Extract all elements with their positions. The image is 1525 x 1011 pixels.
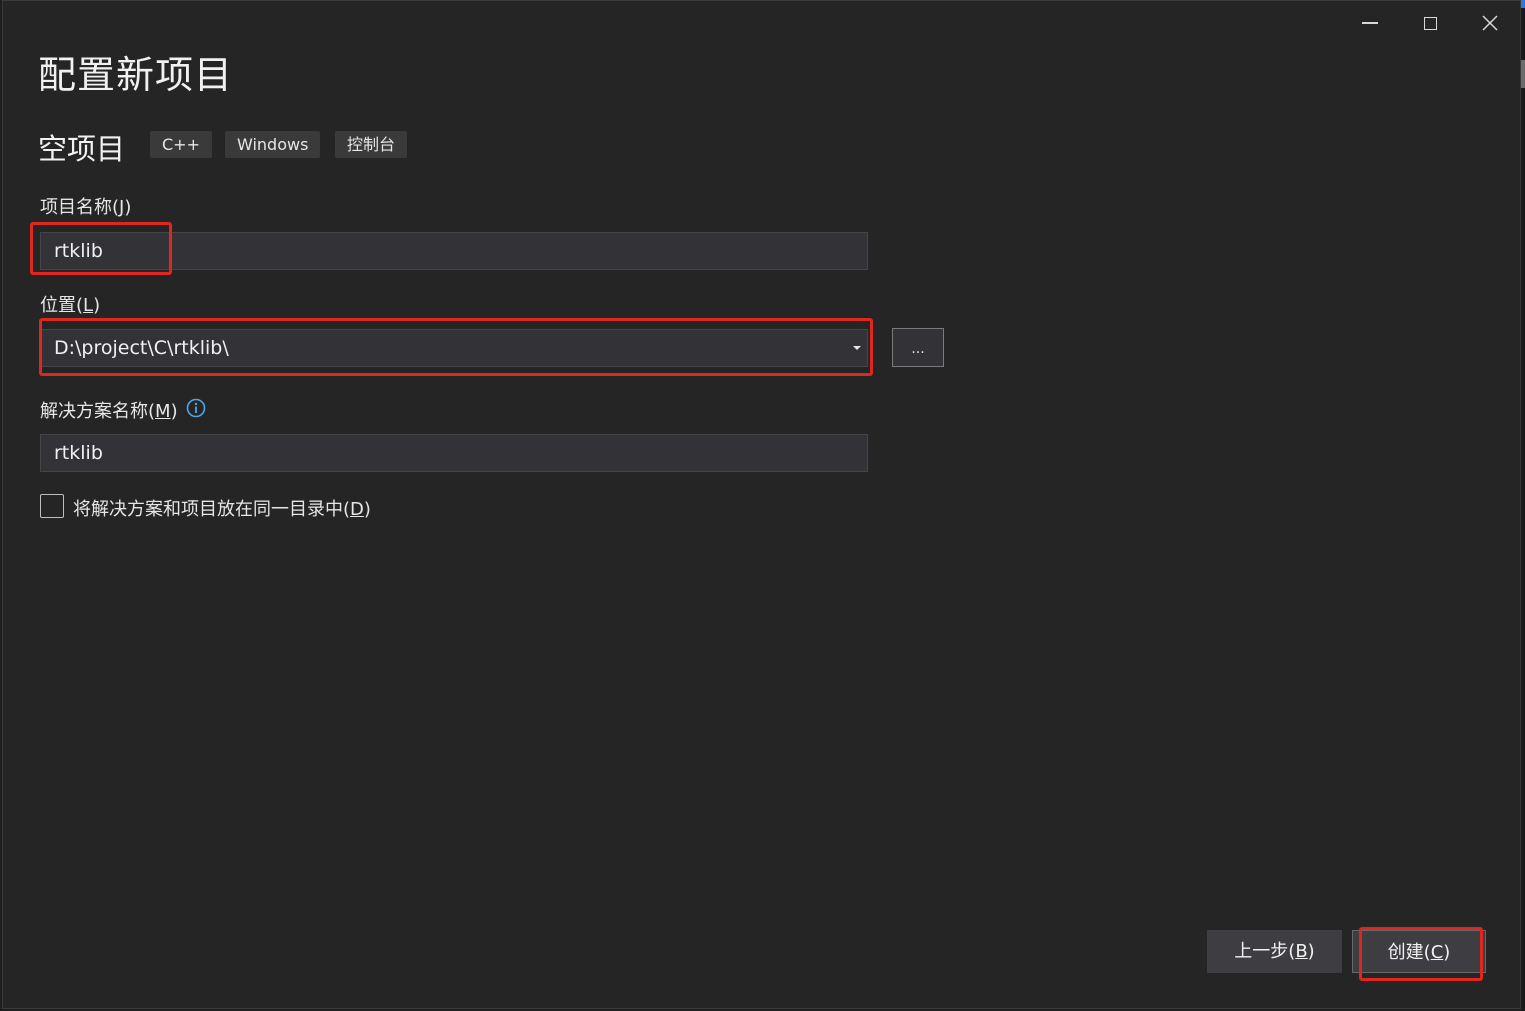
create-button[interactable]: 创建(C) bbox=[1352, 930, 1486, 973]
tag-windows: Windows bbox=[225, 131, 321, 158]
template-name: 空项目 bbox=[38, 132, 126, 166]
edge-accent bbox=[1521, 0, 1525, 8]
tag-console: 控制台 bbox=[335, 131, 408, 158]
same-directory-label[interactable]: 将解决方案和项目放在同一目录中(D) bbox=[73, 495, 371, 521]
solution-name-label: 解决方案名称(M) bbox=[40, 401, 178, 422]
same-directory-checkbox[interactable] bbox=[40, 494, 64, 518]
minimize-button[interactable] bbox=[1350, 8, 1390, 38]
project-name-label: 项目名称(J) bbox=[40, 197, 132, 218]
project-name-input[interactable]: rtklib bbox=[40, 232, 868, 270]
location-label: 位置(L) bbox=[40, 295, 101, 316]
browse-button[interactable]: ... bbox=[892, 328, 944, 367]
back-button[interactable]: 上一步(B) bbox=[1207, 930, 1342, 973]
maximize-button[interactable] bbox=[1410, 8, 1450, 38]
edge-scroll-marker bbox=[1521, 60, 1525, 88]
chevron-down-icon[interactable] bbox=[853, 346, 861, 350]
page-title: 配置新项目 bbox=[38, 53, 234, 97]
close-icon bbox=[1482, 15, 1498, 31]
location-combobox[interactable]: D:\project\C\rtklib\ bbox=[40, 329, 868, 367]
minimize-icon bbox=[1362, 22, 1378, 24]
maximize-icon bbox=[1423, 16, 1437, 30]
info-icon[interactable] bbox=[186, 398, 206, 418]
close-button[interactable] bbox=[1470, 8, 1510, 38]
solution-name-input[interactable]: rtklib bbox=[40, 434, 868, 472]
tag-cpp: C++ bbox=[150, 131, 212, 158]
background-edge bbox=[1521, 0, 1525, 1011]
